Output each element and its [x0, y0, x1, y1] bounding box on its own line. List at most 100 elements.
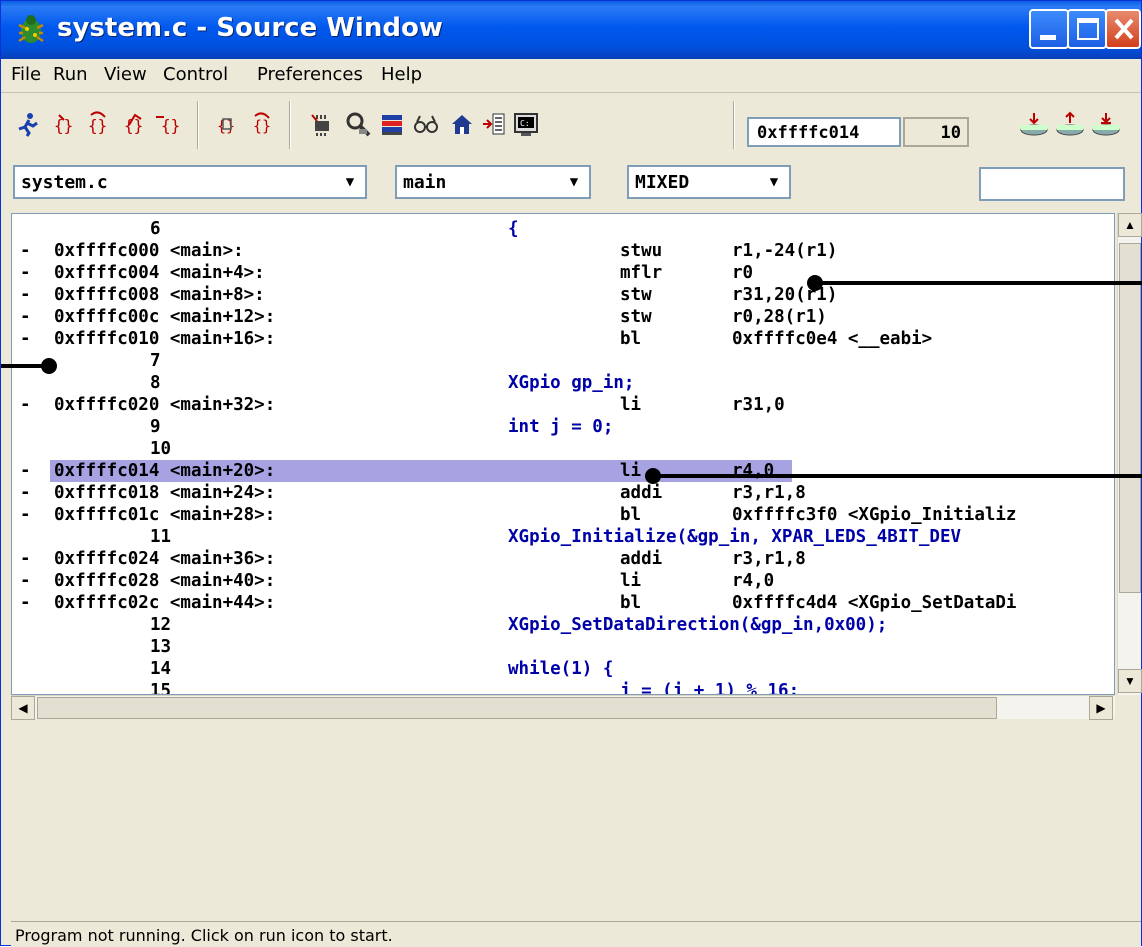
source-line[interactable]: 13 [12, 636, 1112, 658]
collapse-marker[interactable]: - [20, 328, 31, 350]
step-icon[interactable]: {} [51, 111, 77, 137]
function-combobox[interactable]: main ▼ [395, 165, 591, 199]
stack-icon[interactable] [379, 111, 405, 137]
collapse-marker[interactable]: - [20, 548, 31, 570]
asm-mnemonic: stw [620, 307, 652, 327]
finish-icon[interactable]: {} [121, 111, 147, 137]
menu-run[interactable]: Run [53, 64, 88, 85]
line-number: 7 [150, 351, 161, 371]
asm-line[interactable]: -0xffffc008 <main+8>: stw r31,20(r1) [12, 284, 1112, 306]
scroll-up-button[interactable]: ▲ [1118, 213, 1142, 237]
memory-magnify-icon[interactable] [345, 111, 371, 137]
step-asm-icon[interactable]: {} [215, 111, 241, 137]
source-line[interactable]: 15 j = (j + 1) % 16; [12, 680, 1112, 694]
asm-line[interactable]: - 0xffffc010 <main+16>: bl 0xffffc0e4 <__ea… [12, 328, 1112, 350]
down-frame-icon[interactable] [1019, 111, 1049, 137]
chevron-down-icon[interactable]: ▼ [339, 171, 361, 193]
close-button[interactable] [1105, 9, 1141, 49]
vertical-scrollbar[interactable]: ▲ ▼ [1117, 213, 1142, 695]
asm-line[interactable]: - 0xffffc018 <main+24>: addi r3,r1,8 [12, 482, 1112, 504]
bottom-frame-icon[interactable] [1091, 111, 1121, 137]
svg-text:C:: C: [520, 119, 530, 128]
menu-bar: File Run View Control Preferences Help [1, 59, 1141, 93]
collapse-marker[interactable]: - [20, 306, 31, 328]
breakpoints-icon[interactable] [481, 111, 507, 137]
asm-address: 0xffffc020 <main+32>: [54, 395, 276, 415]
maximize-button[interactable] [1067, 9, 1107, 49]
asm-line[interactable]: - 0xffffc020 <main+32>: li r31,0 [12, 394, 1112, 416]
watch-glasses-icon[interactable] [413, 111, 439, 137]
collapse-marker[interactable]: - [20, 570, 31, 592]
menu-control[interactable]: Control [163, 64, 228, 85]
asm-operands: r1,-24(r1) [732, 241, 838, 261]
collapse-marker[interactable]: - [20, 482, 31, 504]
collapse-marker[interactable]: - [20, 460, 31, 482]
mode-combobox[interactable]: MIXED ▼ [627, 165, 791, 199]
menu-view[interactable]: View [104, 64, 147, 85]
asm-address: 0xffffc014 <main+20>: [54, 461, 276, 481]
asm-mnemonic: bl [620, 329, 642, 349]
source-line[interactable]: 14 while(1) { [12, 658, 1112, 680]
asm-address: 0xffffc000 <main>: [54, 241, 244, 261]
source-text: while(1) { [508, 659, 614, 679]
menu-help[interactable]: Help [381, 64, 422, 85]
source-line[interactable]: 9 int j = 0; [12, 416, 1112, 438]
asm-line[interactable]: - 0xffffc01c <main+28>: bl 0xffffc3f0 <XGpi… [12, 504, 1112, 526]
line-number: 12 [150, 615, 172, 635]
search-field[interactable] [979, 167, 1125, 201]
asm-line[interactable]: - 0xffffc028 <main+40>: li r4,0 [12, 570, 1112, 592]
run-icon[interactable] [15, 111, 41, 137]
window-title: system.c - Source Window [57, 13, 443, 43]
registers-chip-icon[interactable] [309, 111, 335, 137]
asm-mnemonic: bl [620, 505, 642, 525]
asm-address: 0xffffc028 <main+40>: [54, 571, 276, 591]
pc-address-field[interactable]: 0xffffc014 [747, 117, 901, 147]
source-line[interactable]: 10 [12, 438, 1112, 460]
collapse-marker[interactable]: - [20, 504, 31, 526]
source-line[interactable]: 11 XGpio_Initialize(&gp_in, XPAR_LEDS_4BI… [12, 526, 1112, 548]
asm-line[interactable]: - 0xffffc014 <main+20>: li r4,0 [12, 460, 1112, 482]
svg-text:{}: {} [253, 117, 271, 135]
next-asm-icon[interactable]: {} [249, 111, 275, 137]
source-text: { [508, 219, 519, 239]
scroll-down-button[interactable]: ▼ [1118, 669, 1142, 693]
asm-line[interactable]: - 0xffffc02c <main+44>: bl 0xffffc4d4 <XGpi… [12, 592, 1112, 614]
collapse-marker[interactable]: - [20, 262, 31, 284]
asm-line[interactable]: - 0xffffc00c <main+12>: stw r0,28(r1) [12, 306, 1112, 328]
horizontal-scrollbar[interactable]: ◀ ▶ [11, 695, 1115, 720]
source-line[interactable]: 6{ [12, 218, 1112, 240]
asm-address: 0xffffc00c <main+12>: [54, 307, 276, 327]
scroll-right-button[interactable]: ▶ [1089, 696, 1113, 720]
source-line[interactable]: 7 [12, 350, 1112, 372]
menu-file[interactable]: File [11, 64, 41, 85]
line-number: 6 [150, 219, 161, 239]
source-listing[interactable]: 6{-0xffffc000 <main>: stwu r1,-24(r1) -0xff… [11, 213, 1115, 695]
asm-operands: 0xffffc3f0 <XGpio_Initializ [732, 505, 1017, 525]
collapse-marker[interactable]: - [20, 240, 31, 262]
source-line[interactable]: 8 XGpio gp_in; [12, 372, 1112, 394]
source-text: XGpio_Initialize(&gp_in, XPAR_LEDS_4BIT_… [508, 527, 962, 547]
chevron-down-icon[interactable]: ▼ [563, 171, 585, 193]
source-line[interactable]: 12 XGpio_SetDataDirection(&gp_in,0x00); [12, 614, 1112, 636]
mode-combobox-value: MIXED [635, 172, 690, 193]
up-frame-icon[interactable] [1055, 111, 1085, 137]
local-variables-house-icon[interactable] [449, 111, 475, 137]
collapse-marker[interactable]: - [20, 592, 31, 614]
menu-preferences[interactable]: Preferences [257, 64, 363, 85]
scroll-left-button[interactable]: ◀ [11, 696, 35, 720]
source-text: XGpio_SetDataDirection(&gp_in,0x00); [508, 615, 888, 635]
horizontal-scroll-thumb[interactable] [37, 697, 997, 719]
file-combobox[interactable]: system.c ▼ [13, 165, 367, 199]
asm-address: 0xffffc010 <main+16>: [54, 329, 276, 349]
console-icon[interactable]: C: [513, 111, 539, 137]
continue-icon[interactable]: {} [155, 111, 181, 137]
collapse-marker[interactable]: - [20, 284, 31, 306]
scroll-thumb[interactable] [1119, 243, 1141, 593]
title-bar: system.c - Source Window [1, 1, 1141, 59]
next-icon[interactable]: {} [85, 111, 111, 137]
chevron-down-icon[interactable]: ▼ [763, 171, 785, 193]
collapse-marker[interactable]: - [20, 394, 31, 416]
asm-line[interactable]: - 0xffffc024 <main+36>: addi r3,r1,8 [12, 548, 1112, 570]
minimize-button[interactable] [1029, 9, 1069, 49]
asm-line[interactable]: - 0xffffc000 <main>: stwu r1,-24(r1) [12, 240, 1112, 262]
